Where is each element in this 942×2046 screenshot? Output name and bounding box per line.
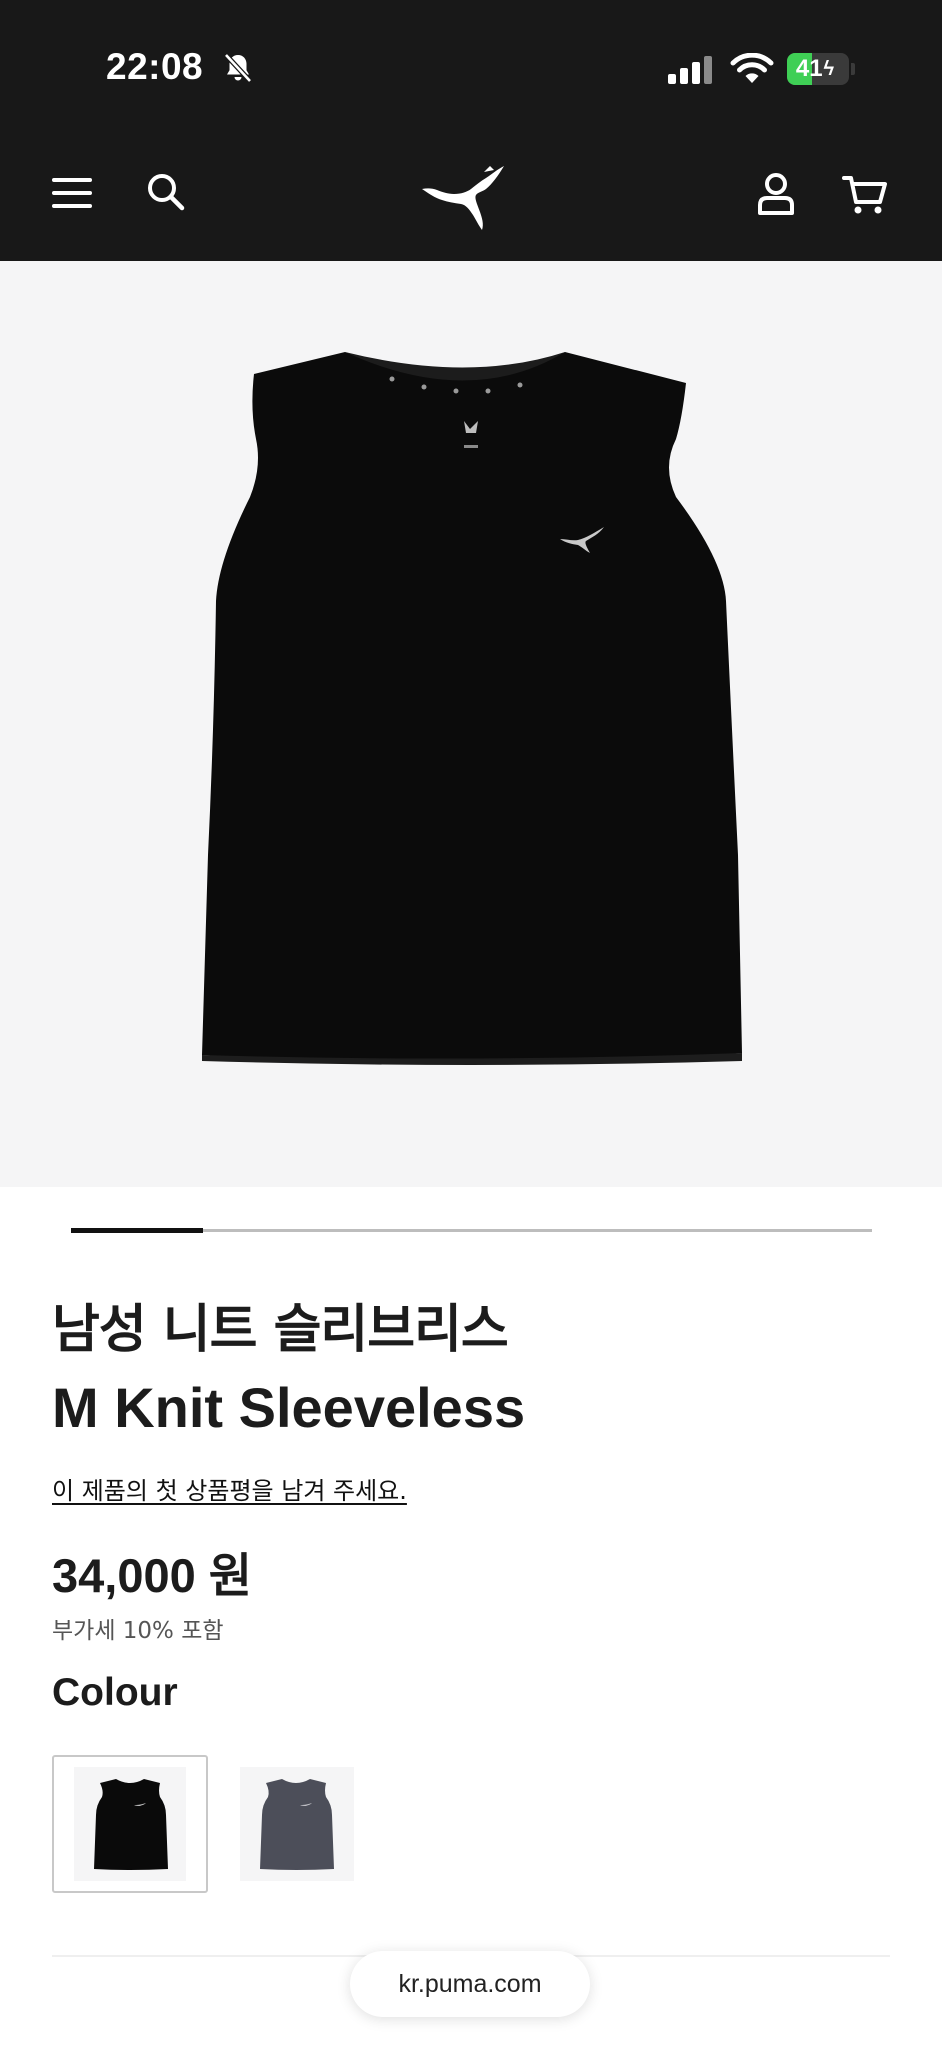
bell-off-icon xyxy=(222,52,254,88)
colour-swatch-grey[interactable] xyxy=(240,1755,396,1893)
grey-shirt-thumbnail xyxy=(240,1767,354,1881)
colour-swatch-black[interactable] xyxy=(52,1755,208,1893)
vat-note: 부가세 10% 포함 xyxy=(52,1618,224,1644)
battery-cap xyxy=(851,63,855,75)
wifi-icon xyxy=(730,52,774,89)
product-image[interactable] xyxy=(0,261,942,1187)
top-header: 22:08 41 ϟ xyxy=(0,0,942,261)
colour-label: Colour xyxy=(52,1671,178,1714)
browser-url-bar[interactable]: kr.puma.com xyxy=(350,1951,590,2017)
bolt-icon: ϟ xyxy=(823,57,835,80)
sleeveless-shirt-image xyxy=(202,352,742,1065)
status-time: 22:08 xyxy=(106,46,204,87)
cellular-signal-icon xyxy=(668,56,714,88)
battery-level-text: 41 xyxy=(795,55,823,82)
write-review-link[interactable]: 이 제품의 첫 상품평을 남겨 주세요. xyxy=(52,1471,407,1506)
product-title-korean: 남성 니트 슬리브리스 xyxy=(52,1300,509,1360)
puma-logo[interactable] xyxy=(418,162,514,238)
black-shirt-thumbnail xyxy=(74,1767,186,1881)
battery-charging-icon: 41 ϟ xyxy=(787,53,849,85)
carousel-progress xyxy=(71,1228,203,1233)
product-price: 34,000 원 xyxy=(52,1549,253,1602)
product-title-english: M Knit Sleeveless xyxy=(52,1376,526,1439)
menu-icon[interactable] xyxy=(52,178,92,212)
search-icon[interactable] xyxy=(146,172,186,216)
account-icon[interactable] xyxy=(757,172,795,220)
cart-icon[interactable] xyxy=(842,174,888,220)
